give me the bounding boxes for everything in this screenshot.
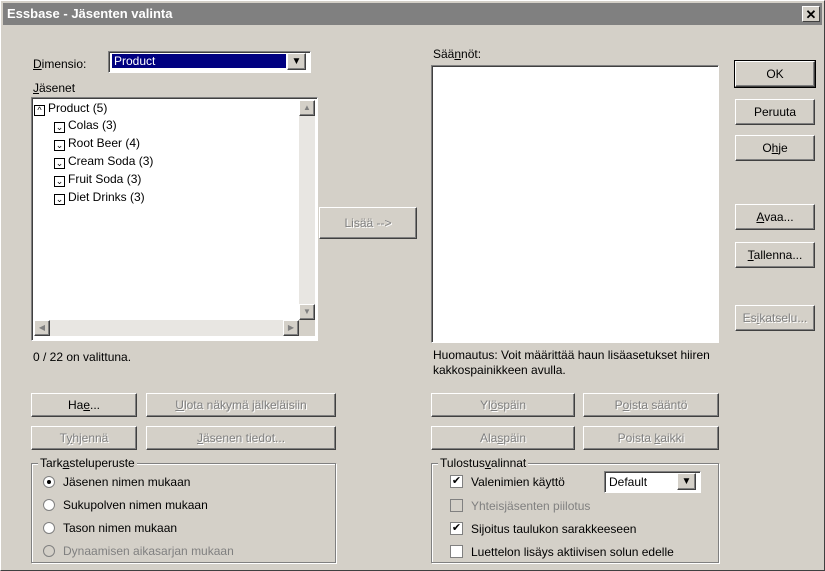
tree-item[interactable]: ⌄ Root Beer (4) — [54, 135, 140, 151]
alias-table-select[interactable]: Default ▼ — [604, 471, 701, 493]
radio-generation-name[interactable] — [43, 499, 55, 511]
checkbox-hide-shared-label: Yhteisjäsenten piilotus — [471, 499, 591, 513]
search-button[interactable]: Hae... — [31, 393, 137, 417]
expand-icon[interactable]: ⌄ — [54, 194, 65, 205]
window-title: Essbase - Jäsenten valinta — [7, 6, 173, 21]
rules-label: Säännöt: — [433, 47, 482, 61]
tree-item[interactable]: ⌄ Diet Drinks (3) — [54, 189, 145, 205]
expand-icon[interactable]: ⌄ — [54, 158, 65, 169]
tree-item[interactable]: ⌄ Fruit Soda (3) — [54, 171, 141, 187]
scrollbar-corner — [299, 320, 315, 336]
ok-button[interactable]: OK — [734, 60, 816, 88]
checkbox-hide-shared[interactable] — [450, 499, 463, 512]
checkbox-use-aliases[interactable]: ✔ — [450, 475, 463, 488]
move-down-button[interactable]: Alaspäin — [431, 426, 575, 450]
scroll-left-icon[interactable]: ◀ — [34, 320, 50, 336]
checkbox-use-aliases-label: Valenimien käyttö — [471, 475, 565, 489]
remove-rule-button[interactable]: Poista sääntö — [583, 393, 719, 417]
scroll-up-icon[interactable]: ▲ — [299, 100, 315, 116]
radio-dynamic-time-series-label: Dynaamisen aikasarjan mukaan — [63, 544, 234, 558]
move-up-button[interactable]: Ylöspäin — [431, 393, 575, 417]
save-button[interactable]: Tallenna... — [735, 242, 815, 268]
tree-item[interactable]: ⌄ Cream Soda (3) — [54, 153, 153, 169]
rules-note: Huomautus: Voit määrittää haun lisäasetu… — [433, 348, 710, 377]
vertical-scrollbar[interactable]: ▲ ▼ — [299, 100, 315, 320]
rules-list[interactable] — [431, 65, 719, 343]
radio-member-name-label: Jäsenen nimen mukaan — [63, 475, 191, 489]
close-icon[interactable]: ✕ — [802, 6, 820, 22]
criteria-title: Tarkasteluperuste — [38, 456, 137, 470]
title-bar: Essbase - Jäsenten valinta ✕ — [3, 3, 822, 25]
horizontal-scrollbar[interactable]: ◀ ▶ — [34, 320, 299, 336]
members-tree[interactable]: ^ Product (5) ⌄ Colas (3) ⌄ Root Beer (4) ⌄… — [31, 97, 318, 341]
checkbox-insert-before-cell-label: Luettelon lisäys aktiivisen solun edelle — [471, 545, 674, 559]
cancel-button[interactable]: Peruuta — [735, 99, 815, 125]
radio-dynamic-time-series[interactable] — [43, 545, 55, 557]
selected-count: 0 / 22 on valittuna. — [33, 350, 132, 364]
add-button[interactable]: Lisää --> — [319, 207, 417, 239]
members-label: Jäsenet — [33, 81, 76, 95]
remove-all-button[interactable]: Poista kaikki — [583, 426, 719, 450]
alias-table-value: Default — [609, 475, 648, 489]
scroll-down-icon[interactable]: ▼ — [299, 304, 315, 320]
help-button[interactable]: Ohje — [735, 135, 815, 161]
dimension-select[interactable]: Product ▼ — [108, 51, 311, 73]
expand-icon[interactable]: ⌄ — [54, 140, 65, 151]
dimension-label: Dimensio: — [33, 57, 87, 71]
radio-member-name[interactable] — [43, 476, 55, 488]
tree-root-product[interactable]: ^ Product (5) — [34, 100, 107, 116]
member-selection-dialog: Essbase - Jäsenten valinta ✕ Dimensio: P… — [0, 0, 825, 571]
tree-item[interactable]: ⌄ Colas (3) — [54, 117, 117, 133]
checkbox-place-in-column[interactable]: ✔ — [450, 522, 463, 535]
expand-icon[interactable]: ⌄ — [54, 176, 65, 187]
open-button[interactable]: Avaa... — [735, 204, 815, 230]
checkbox-insert-before-cell[interactable] — [450, 545, 463, 558]
chevron-down-icon[interactable]: ▼ — [677, 473, 696, 490]
radio-level-name-label: Tason nimen mukaan — [63, 521, 178, 535]
scroll-right-icon[interactable]: ▶ — [283, 320, 299, 336]
radio-generation-name-label: Sukupolven nimen mukaan — [63, 498, 208, 512]
collapse-icon[interactable]: ^ — [34, 105, 45, 116]
dimension-select-value: Product — [112, 54, 286, 68]
chevron-down-icon[interactable]: ▼ — [287, 53, 306, 70]
expand-descendants-button[interactable]: Ulota näkymä jälkeläisiin — [146, 393, 336, 417]
expand-icon[interactable]: ⌄ — [54, 122, 65, 133]
preview-button[interactable]: Esikatselu... — [735, 305, 815, 331]
clear-button[interactable]: Tyhjennä — [31, 426, 137, 450]
member-info-button[interactable]: Jäsenen tiedot... — [146, 426, 336, 450]
output-options-title: Tulostusvalinnat — [438, 456, 529, 470]
radio-level-name[interactable] — [43, 522, 55, 534]
checkbox-place-in-column-label: Sijoitus taulukon sarakkeeseen — [471, 522, 637, 536]
